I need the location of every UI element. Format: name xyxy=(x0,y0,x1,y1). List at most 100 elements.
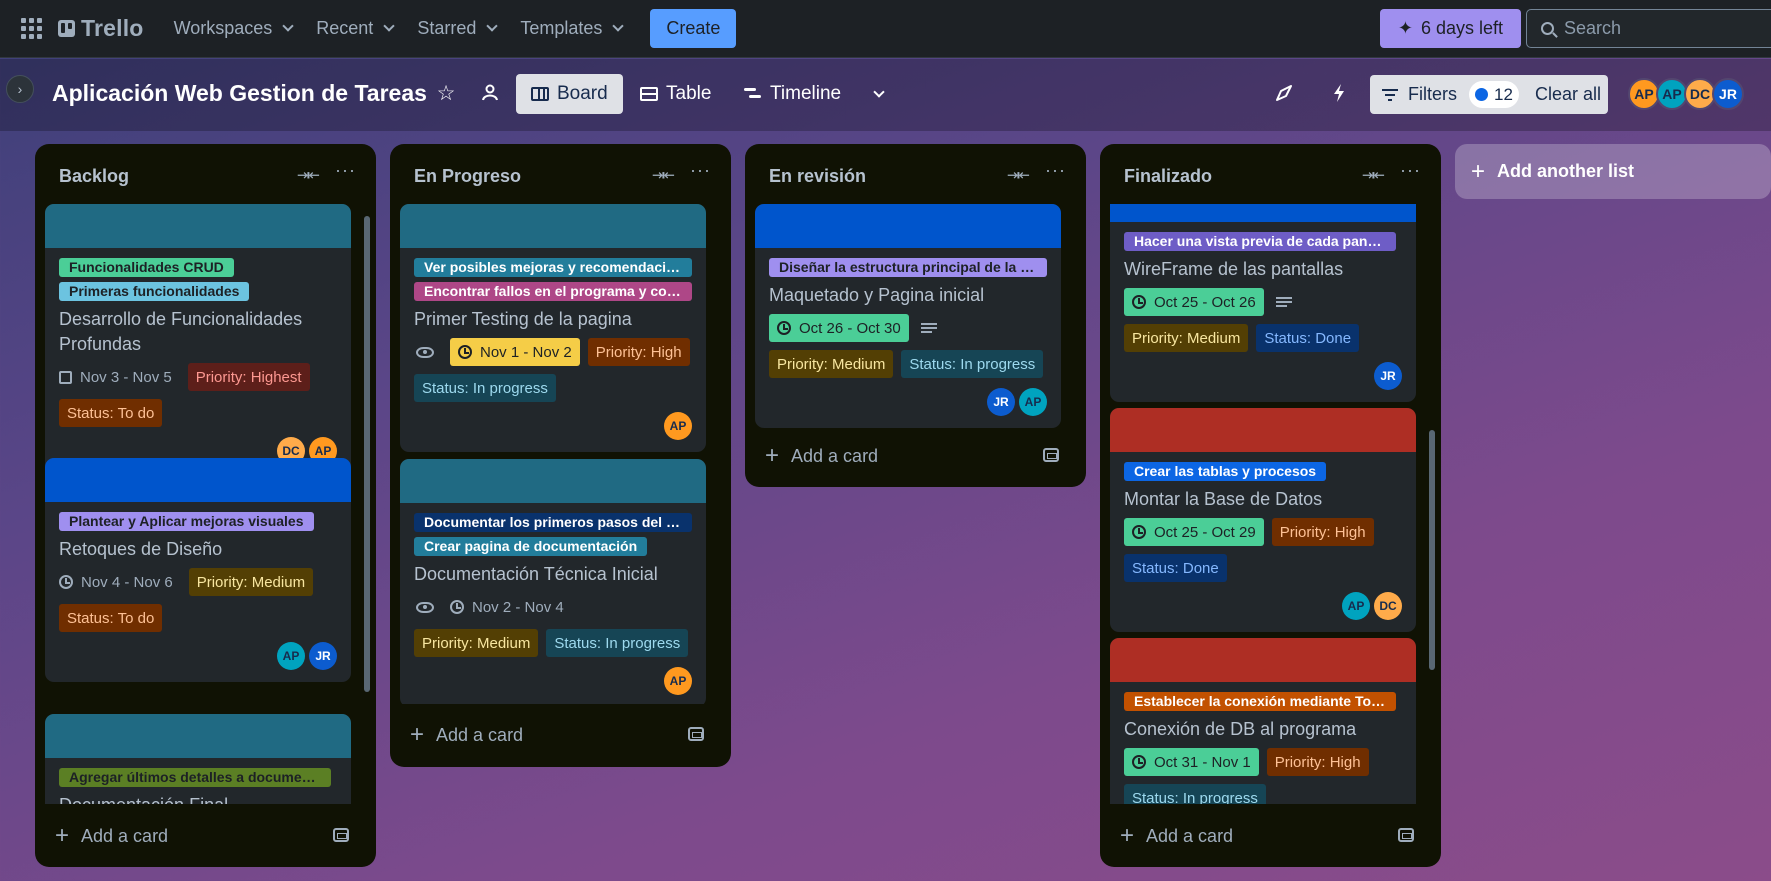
card-label[interactable]: Agregar últimos detalles a documentación xyxy=(59,768,331,787)
app-switcher-icon[interactable] xyxy=(20,18,42,40)
card-label[interactable]: Diseñar la estructura principal de la pa… xyxy=(769,258,1047,277)
card[interactable]: Ver posibles mejoras y recomendaciones E… xyxy=(400,204,706,452)
filters-button[interactable]: Filters 12 Clear all xyxy=(1370,75,1608,114)
list-title[interactable]: Finalizado xyxy=(1124,166,1212,187)
trello-logo[interactable]: Trello xyxy=(58,15,144,42)
card-cover xyxy=(1110,204,1416,222)
card[interactable]: Establecer la conexión mediante Tokens C… xyxy=(1110,638,1416,804)
add-list-button[interactable]: + Add another list xyxy=(1455,144,1771,199)
card-label[interactable]: Documentar los primeros pasos del proyec… xyxy=(414,513,692,532)
automation-icon[interactable] xyxy=(1325,79,1353,107)
more-icon[interactable]: ··· xyxy=(690,160,711,181)
star-icon[interactable]: ☆ xyxy=(432,79,460,107)
nav-templates[interactable]: Templates xyxy=(508,11,634,47)
priority-badge: Priority: High xyxy=(1271,518,1374,546)
clock-icon xyxy=(458,345,472,359)
avatar[interactable]: JR xyxy=(1712,78,1744,110)
clear-all-button[interactable]: Clear all xyxy=(1535,84,1601,105)
visibility-icon[interactable] xyxy=(476,79,504,107)
description-icon xyxy=(920,323,937,333)
sidebar-expand-button[interactable]: › xyxy=(6,75,34,103)
avatar[interactable]: AP xyxy=(277,642,305,670)
collapse-icon[interactable]: ⇥⇤ xyxy=(1362,166,1385,184)
more-icon[interactable]: ··· xyxy=(335,160,356,181)
avatar[interactable]: AP xyxy=(1019,388,1047,416)
card-label[interactable]: Funcionalidades CRUD xyxy=(59,258,234,277)
due-date-badge[interactable]: Oct 26 - Oct 30 xyxy=(769,314,909,342)
card-label[interactable]: Encontrar fallos en el programa y correg… xyxy=(414,282,692,301)
due-date-badge[interactable]: Nov 3 - Nov 5 xyxy=(59,363,180,391)
card[interactable]: Crear las tablas y procesos Montar la Ba… xyxy=(1110,408,1416,632)
plus-icon: + xyxy=(1120,822,1135,849)
trial-button[interactable]: ✦ 6 days left xyxy=(1380,9,1521,48)
avatar[interactable]: JR xyxy=(987,388,1015,416)
due-date-badge[interactable]: Oct 25 - Oct 26 xyxy=(1124,288,1264,316)
more-icon[interactable]: ··· xyxy=(1400,160,1421,181)
more-icon[interactable]: ··· xyxy=(1045,160,1066,181)
nav-starred[interactable]: Starred xyxy=(405,11,508,47)
add-card-button[interactable]: + Add a card xyxy=(759,436,1069,476)
due-date-badge[interactable]: Oct 25 - Oct 29 xyxy=(1124,518,1264,546)
add-card-button[interactable]: + Add a card xyxy=(49,816,359,856)
list-scrollbar[interactable] xyxy=(363,204,370,804)
card-label[interactable]: Crear pagina de documentación xyxy=(414,537,648,556)
avatar[interactable]: DC xyxy=(1374,592,1402,620)
collapse-icon[interactable]: ⇥⇤ xyxy=(652,166,675,184)
avatar[interactable]: AP xyxy=(664,667,692,695)
collapse-icon[interactable]: ⇥⇤ xyxy=(297,166,320,184)
power-ups-icon[interactable] xyxy=(1270,79,1298,107)
card-label[interactable]: Hacer una vista previa de cada pantalla xyxy=(1124,232,1396,251)
card[interactable]: Agregar últimos detalles a documentación… xyxy=(45,714,351,804)
create-button[interactable]: Create xyxy=(650,9,737,48)
card-label[interactable]: Plantear y Aplicar mejoras visuales xyxy=(59,512,314,531)
card-labels: Establecer la conexión mediante Tokens xyxy=(1124,692,1402,711)
description-icon xyxy=(1275,297,1292,307)
card-template-icon[interactable] xyxy=(688,727,704,741)
card-badges: Oct 26 - Oct 30 Priority: Medium Status:… xyxy=(769,314,1047,378)
scrollbar-thumb[interactable] xyxy=(364,216,370,692)
card-label[interactable]: Primeras funcionalidades xyxy=(59,282,250,301)
card-label[interactable]: Crear las tablas y procesos xyxy=(1124,462,1327,481)
view-timeline-button[interactable]: Timeline xyxy=(729,74,856,114)
due-date-badge[interactable]: Nov 2 - Nov 4 xyxy=(450,593,572,621)
card[interactable]: Diseñar la estructura principal de la pa… xyxy=(755,204,1061,428)
scrollbar-thumb[interactable] xyxy=(1429,430,1435,670)
card-template-icon[interactable] xyxy=(1043,448,1059,462)
checkbox-icon[interactable] xyxy=(59,370,72,384)
due-date-badge[interactable]: Nov 4 - Nov 6 xyxy=(59,568,181,596)
view-table-button[interactable]: Table xyxy=(625,74,726,114)
avatar[interactable]: AP xyxy=(664,412,692,440)
list-title[interactable]: En Progreso xyxy=(414,166,521,187)
list-scrollbar[interactable] xyxy=(1428,204,1435,804)
nav-workspaces[interactable]: Workspaces xyxy=(162,11,305,47)
board-title[interactable]: Aplicación Web Gestion de Tareas xyxy=(52,80,427,107)
add-card-button[interactable]: + Add a card xyxy=(404,715,714,755)
add-card-button[interactable]: + Add a card xyxy=(1114,816,1424,856)
card-title: Primer Testing de la pagina xyxy=(414,309,632,329)
card-label[interactable]: Ver posibles mejoras y recomendaciones xyxy=(414,258,692,277)
nav-recent[interactable]: Recent xyxy=(304,11,405,47)
more-views-button[interactable] xyxy=(856,74,898,114)
card-template-icon[interactable] xyxy=(333,828,349,842)
main-nav: Workspaces Recent Starred Templates Crea… xyxy=(162,9,737,48)
card-title: Documentación Técnica Inicial xyxy=(414,564,658,584)
avatar[interactable]: JR xyxy=(1374,362,1402,390)
view-table-label: Table xyxy=(666,83,712,104)
card[interactable]: Hacer una vista previa de cada pantalla … xyxy=(1110,204,1416,402)
due-date-badge[interactable]: Oct 31 - Nov 1 xyxy=(1124,748,1259,776)
card-template-icon[interactable] xyxy=(1398,828,1414,842)
view-board-button[interactable]: Board xyxy=(516,74,623,114)
list-title[interactable]: En revisión xyxy=(769,166,866,187)
due-date-badge[interactable]: Nov 1 - Nov 2 xyxy=(450,338,580,366)
card[interactable]: Documentar los primeros pasos del proyec… xyxy=(400,459,706,704)
collapse-icon[interactable]: ⇥⇤ xyxy=(1007,166,1030,184)
search-input[interactable]: Search xyxy=(1526,9,1771,48)
card-members: AP xyxy=(414,412,692,440)
card-label[interactable]: Establecer la conexión mediante Tokens xyxy=(1124,692,1396,711)
filter-dot-icon xyxy=(1475,88,1489,101)
avatar[interactable]: JR xyxy=(309,642,337,670)
card[interactable]: Funcionalidades CRUD Primeras funcionali… xyxy=(45,204,351,477)
avatar[interactable]: AP xyxy=(1342,592,1370,620)
card[interactable]: Plantear y Aplicar mejoras visuales Reto… xyxy=(45,458,351,682)
list-title[interactable]: Backlog xyxy=(59,166,129,187)
